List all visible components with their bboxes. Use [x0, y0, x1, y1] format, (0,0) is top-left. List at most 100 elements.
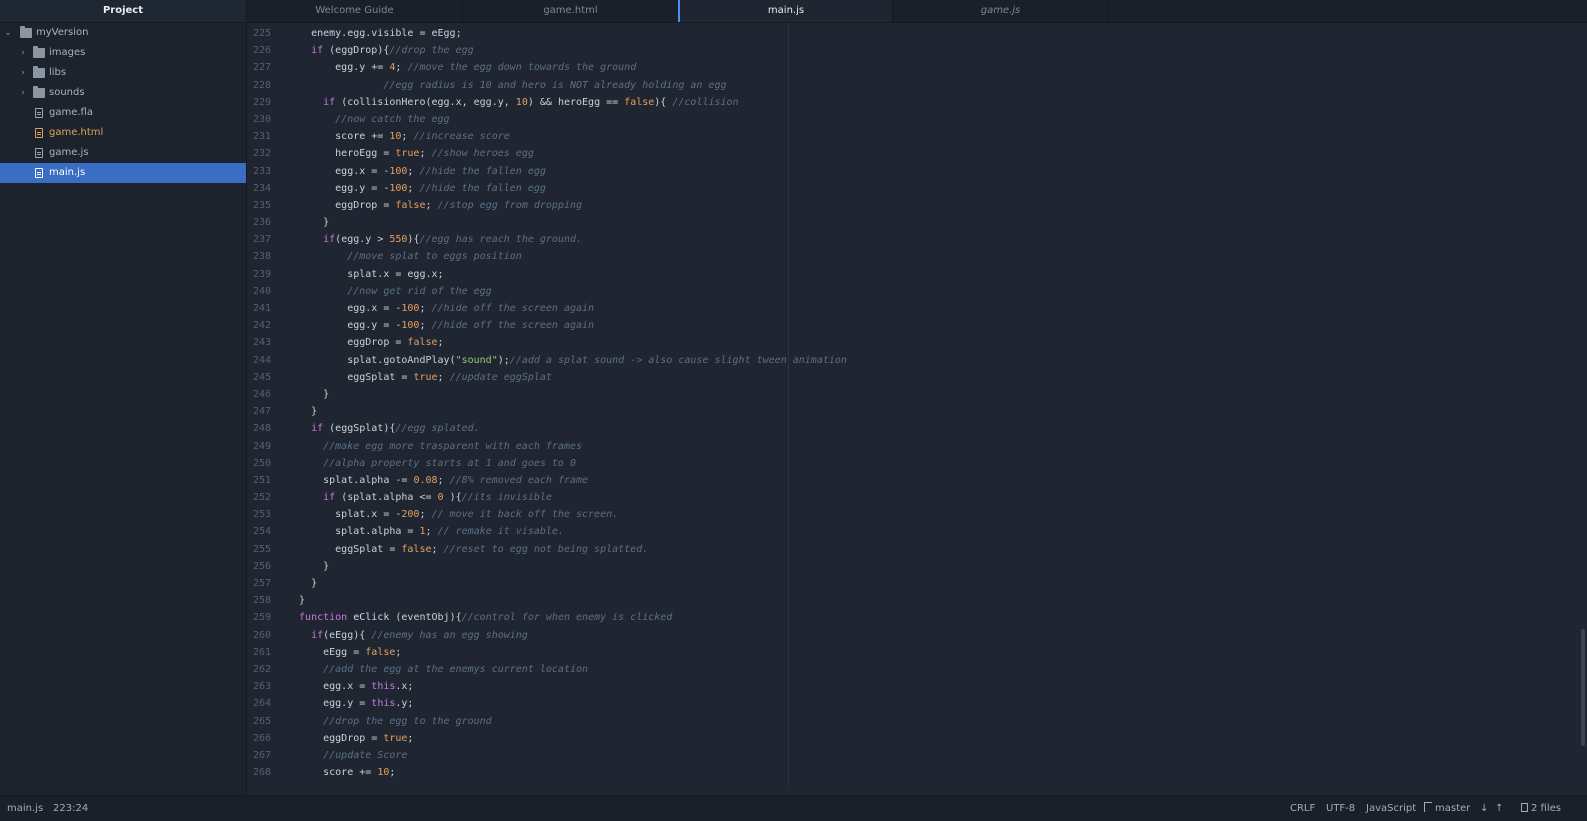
code-text[interactable]: //now get rid of the egg — [287, 283, 492, 300]
code-line[interactable]: 246 } — [247, 386, 1587, 403]
code-text[interactable]: if (splat.alpha <= 0 ){//its invisible — [287, 489, 552, 506]
code-text[interactable]: } — [287, 592, 305, 609]
chevron-right-icon[interactable]: › — [18, 63, 28, 83]
status-grammar[interactable]: JavaScript — [1366, 796, 1416, 821]
tree-root-folder[interactable]: ⌄ myVersion — [0, 23, 246, 43]
code-text[interactable]: } — [287, 403, 317, 420]
tab-main-js[interactable]: main.js — [678, 0, 893, 22]
code-line[interactable]: 265 //drop the egg to the ground — [247, 713, 1587, 730]
code-line[interactable]: 247 } — [247, 403, 1587, 420]
code-line[interactable]: 230 //now catch the egg — [247, 111, 1587, 128]
code-line[interactable]: 229 if (collisionHero(egg.x, egg.y, 10) … — [247, 94, 1587, 111]
code-text[interactable]: egg.x = -100; //hide off the screen agai… — [287, 300, 594, 317]
code-text[interactable]: eEgg = false; — [287, 644, 401, 661]
code-text[interactable]: egg.x = -100; //hide the fallen egg — [287, 163, 546, 180]
code-line[interactable]: 245 eggSplat = true; //update eggSplat — [247, 369, 1587, 386]
code-line[interactable]: 253 splat.x = -200; // move it back off … — [247, 506, 1587, 523]
code-text[interactable]: //now catch the egg — [287, 111, 449, 128]
status-line-ending[interactable]: CRLF — [1290, 796, 1315, 821]
code-lines[interactable]: 225 enemy.egg.visible = eEgg; 226 if (egg… — [247, 25, 1587, 781]
tree-folder-sounds[interactable]: › sounds — [0, 83, 246, 103]
code-text[interactable]: score += 10; //increase score — [287, 128, 510, 145]
code-text[interactable]: egg.x = this.x; — [287, 678, 413, 695]
code-line[interactable]: 260 if(eEgg){ //enemy has an egg showing — [247, 627, 1587, 644]
tab-welcome-guide[interactable]: Welcome Guide — [247, 0, 463, 22]
code-text[interactable]: egg.y = this.y; — [287, 695, 413, 712]
push-icon[interactable]: ↑ — [1495, 796, 1503, 821]
code-text[interactable]: if(egg.y > 550){//egg has reach the grou… — [287, 231, 582, 248]
code-text[interactable]: eggSplat = true; //update eggSplat — [287, 369, 552, 386]
code-line[interactable]: 252 if (splat.alpha <= 0 ){//its invisib… — [247, 489, 1587, 506]
code-line[interactable]: 241 egg.x = -100; //hide off the screen … — [247, 300, 1587, 317]
code-text[interactable]: splat.gotoAndPlay("sound");//add a splat… — [287, 352, 847, 369]
status-encoding[interactable]: UTF-8 — [1326, 796, 1355, 821]
status-branch[interactable]: master — [1424, 796, 1470, 821]
code-line[interactable]: 236 } — [247, 214, 1587, 231]
tree-file-game-fla[interactable]: game.fla — [0, 103, 246, 123]
code-text[interactable]: //drop the egg to the ground — [287, 713, 492, 730]
code-line[interactable]: 259 function eClick (eventObj){//control… — [247, 609, 1587, 626]
code-text[interactable]: splat.alpha -= 0.08; //8% removed each f… — [287, 472, 588, 489]
code-text[interactable]: } — [287, 214, 329, 231]
chevron-right-icon[interactable]: › — [18, 43, 28, 63]
tab-game-js[interactable]: game.js — [893, 0, 1109, 22]
code-text[interactable]: splat.x = -200; // move it back off the … — [287, 506, 618, 523]
tree-file-game-html[interactable]: game.html — [0, 123, 246, 143]
code-line[interactable]: 249 //make egg more trasparent with each… — [247, 438, 1587, 455]
tree-file-main-js[interactable]: main.js — [0, 163, 246, 183]
tab-game-html[interactable]: game.html — [463, 0, 679, 22]
code-line[interactable]: 256 } — [247, 558, 1587, 575]
code-line[interactable]: 254 splat.alpha = 1; // remake it visabl… — [247, 523, 1587, 540]
code-text[interactable]: score += 10; — [287, 764, 395, 781]
code-line[interactable]: 268 score += 10; — [247, 764, 1587, 781]
code-text[interactable]: eggDrop = false; //stop egg from droppin… — [287, 197, 582, 214]
code-text[interactable]: } — [287, 575, 317, 592]
code-text[interactable]: egg.y = -100; //hide off the screen agai… — [287, 317, 594, 334]
fetch-icon[interactable]: ↓ — [1480, 796, 1488, 821]
code-text[interactable]: splat.x = egg.x; — [287, 266, 443, 283]
code-line[interactable]: 264 egg.y = this.y; — [247, 695, 1587, 712]
code-line[interactable]: 266 eggDrop = true; — [247, 730, 1587, 747]
chevron-down-icon[interactable]: ⌄ — [3, 23, 13, 43]
code-text[interactable]: if (collisionHero(egg.x, egg.y, 10) && h… — [287, 94, 738, 111]
code-line[interactable]: 227 egg.y += 4; //move the egg down towa… — [247, 59, 1587, 76]
code-text[interactable]: heroEgg = true; //show heroes egg — [287, 145, 534, 162]
code-text[interactable]: //move splat to eggs position — [287, 248, 522, 265]
code-line[interactable]: 242 egg.y = -100; //hide off the screen … — [247, 317, 1587, 334]
vertical-scrollbar[interactable] — [1581, 629, 1585, 746]
code-line[interactable]: 235 eggDrop = false; //stop egg from dro… — [247, 197, 1587, 214]
code-text[interactable]: eggDrop = false; — [287, 334, 443, 351]
code-line[interactable]: 257 } — [247, 575, 1587, 592]
code-text[interactable]: egg.y = -100; //hide the fallen egg — [287, 180, 546, 197]
status-git-files[interactable]: 2 files — [1521, 796, 1561, 821]
code-line[interactable]: 263 egg.x = this.x; — [247, 678, 1587, 695]
code-line[interactable]: 226 if (eggDrop){//drop the egg — [247, 42, 1587, 59]
tree-folder-images[interactable]: › images — [0, 43, 246, 63]
code-line[interactable]: 261 eEgg = false; — [247, 644, 1587, 661]
code-line[interactable]: 234 egg.y = -100; //hide the fallen egg — [247, 180, 1587, 197]
code-line[interactable]: 262 //add the egg at the enemys current … — [247, 661, 1587, 678]
code-line[interactable]: 267 //update Score — [247, 747, 1587, 764]
code-line[interactable]: 233 egg.x = -100; //hide the fallen egg — [247, 163, 1587, 180]
code-line[interactable]: 240 //now get rid of the egg — [247, 283, 1587, 300]
code-text[interactable]: eggSplat = false; //reset to egg not bei… — [287, 541, 648, 558]
code-line[interactable]: 228 //egg radius is 10 and hero is NOT a… — [247, 77, 1587, 94]
code-text[interactable]: if (eggSplat){//egg splated. — [287, 420, 480, 437]
code-text[interactable]: function eClick (eventObj){//control for… — [287, 609, 672, 626]
code-text[interactable]: splat.alpha = 1; // remake it visable. — [287, 523, 564, 540]
code-text[interactable]: } — [287, 558, 329, 575]
status-file-name[interactable]: main.js — [7, 796, 43, 821]
code-text[interactable]: //add the egg at the enemys current loca… — [287, 661, 588, 678]
tree-folder-libs[interactable]: › libs — [0, 63, 246, 83]
code-text[interactable]: } — [287, 386, 329, 403]
code-line[interactable]: 238 //move splat to eggs position — [247, 248, 1587, 265]
code-line[interactable]: 244 splat.gotoAndPlay("sound");//add a s… — [247, 352, 1587, 369]
chevron-right-icon[interactable]: › — [18, 83, 28, 103]
code-line[interactable]: 243 eggDrop = false; — [247, 334, 1587, 351]
code-line[interactable]: 250 //alpha property starts at 1 and goe… — [247, 455, 1587, 472]
status-cursor-position[interactable]: 223:24 — [53, 796, 88, 821]
code-text[interactable]: eggDrop = true; — [287, 730, 413, 747]
code-line[interactable]: 232 heroEgg = true; //show heroes egg — [247, 145, 1587, 162]
code-text[interactable]: if (eggDrop){//drop the egg — [287, 42, 474, 59]
code-line[interactable]: 248 if (eggSplat){//egg splated. — [247, 420, 1587, 437]
